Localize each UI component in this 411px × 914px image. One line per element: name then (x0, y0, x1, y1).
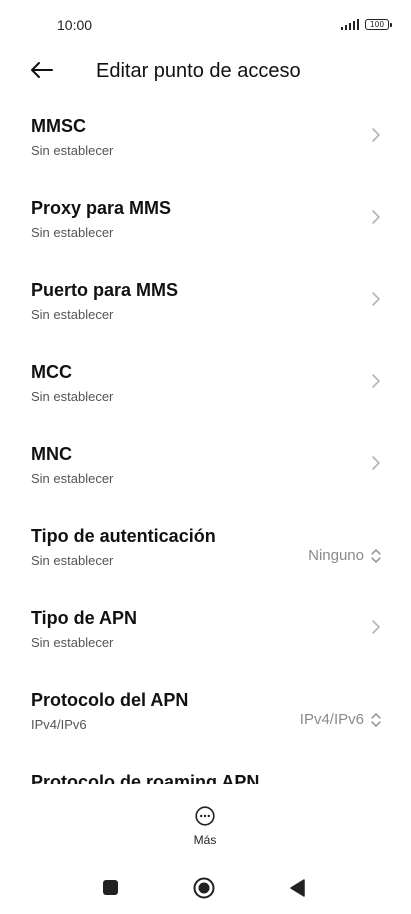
more-label: Más (193, 833, 217, 847)
status-bar: 10:00 100 (0, 0, 411, 52)
row-title: MNC (31, 444, 72, 464)
back-arrow-icon (31, 62, 53, 78)
battery-icon: 100 (365, 19, 392, 30)
row-mnc[interactable]: MNC Sin establecer (0, 428, 411, 510)
row-title: Protocolo de roaming APN (31, 772, 260, 784)
row-protocolo-apn[interactable]: Protocolo del APN IPv4/IPv6 IPv4/IPv6 (0, 674, 411, 756)
square-icon[interactable] (103, 880, 118, 895)
battery-level: 100 (369, 20, 385, 29)
chevron-right-icon (372, 210, 380, 224)
triangle-back-icon[interactable] (289, 879, 305, 897)
row-tipo-apn[interactable]: Tipo de APN Sin establecer (0, 592, 411, 674)
row-title: Tipo de autenticación (31, 526, 216, 546)
chevron-right-icon (372, 620, 380, 634)
chevron-right-icon (372, 128, 380, 142)
status-icons: 100 (340, 19, 392, 30)
circle-icon[interactable] (193, 877, 215, 899)
auth-type-selector[interactable]: Ninguno (308, 547, 382, 564)
row-title: Tipo de APN (31, 608, 138, 628)
bottom-action-bar: Más (0, 800, 411, 850)
more-button[interactable]: Más (180, 804, 230, 850)
page-title: Editar punto de acceso (96, 60, 301, 82)
row-puerto-mms[interactable]: Puerto para MMS Sin establecer (0, 264, 411, 346)
chevron-right-icon (372, 292, 380, 306)
system-nav-bar (0, 868, 411, 908)
row-title: MCC (31, 362, 72, 382)
updown-chevron-icon (371, 712, 381, 727)
more-dots-icon (195, 806, 215, 826)
row-subtitle: Sin establecer (31, 143, 114, 158)
row-tipo-autenticacion[interactable]: Tipo de autenticación Sin establecer Nin… (0, 510, 411, 592)
row-title: MMSC (31, 116, 86, 136)
row-subtitle: IPv4/IPv6 (31, 717, 87, 732)
back-button[interactable] (28, 56, 56, 84)
row-title: Proxy para MMS (31, 198, 172, 218)
row-mmsc[interactable]: MMSC Sin establecer (0, 100, 411, 182)
row-mcc[interactable]: MCC Sin establecer (0, 346, 411, 428)
row-subtitle: Sin establecer (31, 471, 114, 486)
selected-value: IPv4/IPv6 (299, 711, 364, 728)
row-proxy-mms[interactable]: Proxy para MMS Sin establecer (0, 182, 411, 264)
updown-chevron-icon (371, 548, 381, 563)
selected-value: Ninguno (308, 547, 364, 564)
app-header: Editar punto de acceso (0, 52, 411, 92)
row-subtitle: Sin establecer (31, 553, 114, 568)
row-subtitle: Sin establecer (31, 635, 114, 650)
row-subtitle: Sin establecer (31, 389, 114, 404)
chevron-right-icon (372, 374, 380, 388)
row-subtitle: Sin establecer (31, 307, 114, 322)
chevron-right-icon (372, 456, 380, 470)
row-subtitle: Sin establecer (31, 225, 114, 240)
row-title: Puerto para MMS (31, 280, 179, 300)
signal-icon (340, 19, 359, 30)
status-time: 10:00 (57, 17, 93, 33)
row-protocolo-roaming-apn[interactable]: Protocolo de roaming APN (0, 756, 411, 784)
settings-list: MMSC Sin establecer Proxy para MMS Sin e… (0, 100, 411, 784)
row-title: Protocolo del APN (31, 690, 189, 710)
apn-protocol-selector[interactable]: IPv4/IPv6 (300, 711, 382, 728)
